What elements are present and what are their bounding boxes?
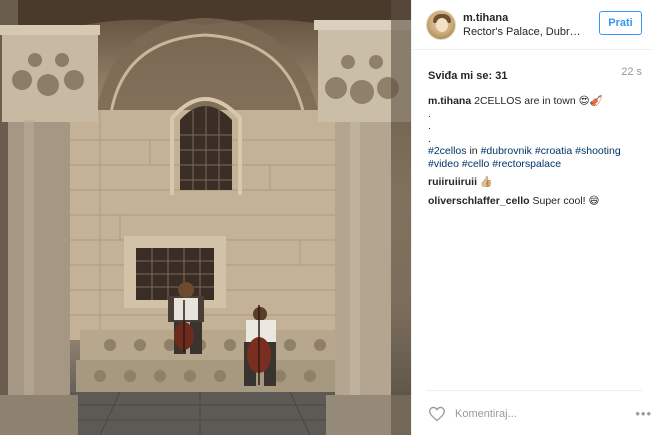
caption-line: m.tihana 2CELLOS are in town 😍🎻 [428, 95, 644, 108]
more-options-icon[interactable]: ••• [635, 406, 652, 421]
footer-divider [426, 390, 642, 391]
post-timestamp[interactable]: 22 s [621, 66, 642, 78]
hashtag-link[interactable]: #shooting [575, 145, 621, 157]
hashtag-link[interactable]: #2cellos [428, 145, 467, 157]
post-footer: Komentiraj... ••• [428, 404, 651, 424]
hashtag-link[interactable]: #video [428, 158, 459, 170]
post-header: m.tihana Rector's Palace, Dubro... Prati [412, 0, 652, 50]
hashtag-link[interactable]: #cello [462, 158, 489, 170]
avatar-face-shape [436, 17, 448, 32]
heart-icon[interactable] [428, 406, 446, 422]
caption-dot: . [428, 120, 431, 132]
user-info: m.tihana Rector's Palace, Dubro... [463, 11, 583, 39]
caption-word: in [469, 145, 478, 157]
post-meta: Sviđa mi se: 31 22 s [428, 66, 642, 82]
comment-item: ruiiruiiruii 👍🏼 [428, 176, 644, 189]
caption-text: 2CELLOS are in town 😍🎻 [474, 95, 603, 107]
hashtags-line-1: #2cellos in #dubrovnik #croatia #shootin… [428, 145, 644, 158]
username-link[interactable]: m.tihana [463, 11, 583, 25]
location-link[interactable]: Rector's Palace, Dubro... [463, 25, 583, 39]
hashtag-link[interactable]: #dubrovnik [481, 145, 532, 157]
hashtags-line-2: #video #cello #rectorspalace [428, 158, 644, 171]
caption-username[interactable]: m.tihana [428, 95, 471, 107]
comment-username[interactable]: ruiiruiiruii 👍🏼 [428, 176, 493, 188]
hashtag-link[interactable]: #croatia [535, 145, 572, 157]
add-comment-input[interactable]: Komentiraj... [455, 408, 517, 420]
palace-scene-illustration [0, 0, 411, 435]
hashtag-link[interactable]: #rectorspalace [492, 158, 561, 170]
comment-text: Super cool! 😄 [532, 194, 600, 207]
instagram-post: m.tihana Rector's Palace, Dubro... Prati… [0, 0, 652, 435]
comment-item: oliverschlaffer_cello Super cool! 😄 [428, 195, 644, 208]
follow-button[interactable]: Prati [599, 11, 642, 35]
caption-dot: . [428, 107, 431, 120]
post-sidebar: m.tihana Rector's Palace, Dubro... Prati… [411, 0, 652, 435]
avatar[interactable] [426, 9, 456, 40]
comments-list: m.tihana 2CELLOS are in town 😍🎻 . . . #2… [428, 95, 644, 207]
comment-username[interactable]: oliverschlaffer_cello [428, 195, 530, 207]
post-photo[interactable] [0, 0, 411, 435]
likes-count[interactable]: Sviđa mi se: 31 [428, 70, 508, 82]
caption-dot: . [428, 132, 431, 145]
